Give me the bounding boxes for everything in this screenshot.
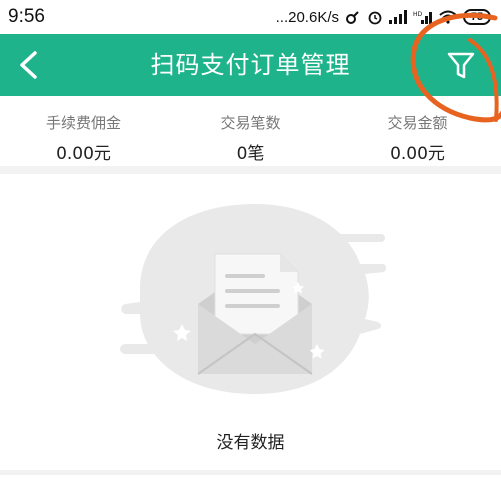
status-icons: ...20.6K/s HD 75 [276,9,491,26]
network-speed: ...20.6K/s [275,8,339,26]
svg-text:HD: HD [413,11,423,18]
order-list-empty: 没有数据 [0,174,501,470]
stat-count: 交易笔数 0笔 [167,96,334,166]
battery-indicator: 75 [463,9,491,25]
link-icon [346,11,359,24]
stat-amount: 交易金额 0.00元 [334,96,501,166]
stat-label: 手续费佣金 [45,114,121,132]
stats-summary: 手续费佣金 0.00元 交易笔数 0笔 交易金额 0.00元 [0,96,501,166]
stat-label: 交易金额 [387,114,448,132]
alarm-icon [368,11,382,25]
page-title: 扫码支付订单管理 [150,51,351,79]
status-time: 9:56 [8,6,45,27]
app-header: 扫码支付订单管理 [0,34,501,96]
signal-icon [389,10,407,24]
filter-button[interactable] [441,46,481,86]
stat-label: 交易笔数 [220,114,281,132]
list-footer [0,475,501,500]
empty-envelope-icon [120,204,387,394]
stat-commission: 手续费佣金 0.00元 [0,96,167,166]
stat-value: 0.00元 [56,144,111,164]
stat-value: 0笔 [236,144,265,164]
empty-message: 没有数据 [216,433,285,453]
wifi-icon [439,10,457,24]
hd-signal-icon: HD [413,11,432,24]
stat-value: 0.00元 [390,144,445,164]
filter-funnel-icon [447,52,475,79]
status-bar: 9:56 ...20.6K/s HD 75 [0,0,501,34]
